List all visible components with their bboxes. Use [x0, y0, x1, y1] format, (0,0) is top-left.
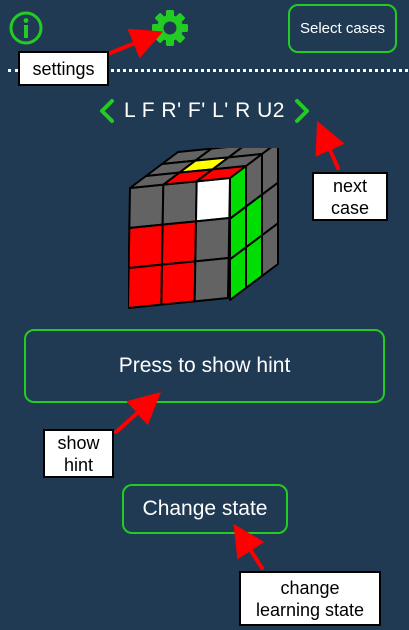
algorithm-text: L F R' F' L' R U2 [124, 99, 285, 122]
cube-diagram [128, 148, 279, 309]
arrow-change-state [233, 523, 265, 570]
change-state-button[interactable]: Change state [122, 484, 288, 534]
chevron-right-icon[interactable] [293, 98, 311, 124]
arrow-show-hint [114, 392, 161, 434]
front-sticker [193, 257, 230, 303]
algorithm-row: L F R' F' L' R U2 [0, 96, 409, 126]
front-sticker [195, 177, 231, 223]
gear-icon[interactable] [150, 8, 190, 48]
front-sticker [194, 217, 231, 263]
front-sticker [160, 260, 197, 306]
annotation-arrows [106, 28, 345, 570]
arrow-next-case [315, 121, 345, 170]
front-sticker [161, 180, 198, 226]
select-cases-button[interactable]: Select cases [288, 4, 397, 53]
change-learning-state-annotation: change learning state [239, 571, 381, 626]
front-sticker [161, 220, 197, 266]
show-hint-annotation: show hint [43, 429, 114, 478]
settings-annotation: settings [18, 51, 109, 86]
arrow-settings [106, 28, 164, 59]
show-hint-button[interactable]: Press to show hint [24, 329, 385, 403]
info-icon[interactable] [8, 10, 44, 46]
front-sticker [128, 183, 165, 229]
next-case-annotation: next case [312, 172, 388, 221]
front-sticker [128, 263, 163, 309]
chevron-left-icon[interactable] [98, 98, 116, 124]
front-sticker [128, 223, 164, 269]
